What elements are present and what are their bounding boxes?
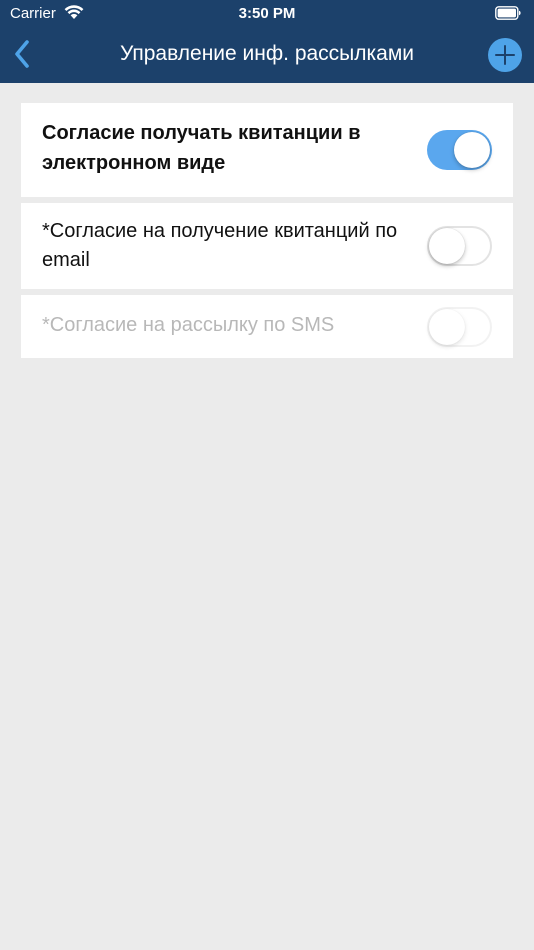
setting-row-sms: *Согласие на рассылку по SMS	[21, 295, 513, 358]
add-button[interactable]	[488, 38, 522, 72]
header: Carrier 3:50 PM Управление инф. рассылка…	[0, 0, 534, 83]
electronic-receipts-toggle[interactable]	[427, 130, 492, 170]
sms-toggle	[427, 307, 492, 347]
toggle-knob	[454, 132, 490, 168]
setting-row-email-receipts: *Согласие на получение квитанций по emai…	[21, 203, 513, 289]
setting-row-electronic-receipts: Согласие получать квитанции в электронно…	[21, 103, 513, 197]
page-title: Управление инф. рассылками	[119, 42, 415, 65]
plus-icon	[495, 45, 515, 65]
status-bar: Carrier 3:50 PM	[0, 0, 534, 28]
toggle-knob	[429, 228, 465, 264]
setting-label: *Согласие на получение квитанций по emai…	[42, 220, 398, 271]
battery-icon	[495, 6, 521, 20]
screen: Carrier 3:50 PM Управление инф. рассылка…	[0, 0, 534, 950]
setting-label: Согласие получать квитанции в электронно…	[42, 122, 361, 174]
navigation-bar: Управление инф. рассылками	[0, 28, 534, 83]
settings-list: Согласие получать квитанции в электронно…	[21, 103, 513, 358]
email-receipts-toggle[interactable]	[427, 226, 492, 266]
chevron-left-icon	[15, 40, 29, 68]
setting-label: *Согласие на рассылку по SMS	[42, 314, 335, 336]
toggle-knob	[429, 309, 465, 345]
back-button[interactable]	[6, 36, 38, 72]
status-time: 3:50 PM	[238, 5, 296, 22]
